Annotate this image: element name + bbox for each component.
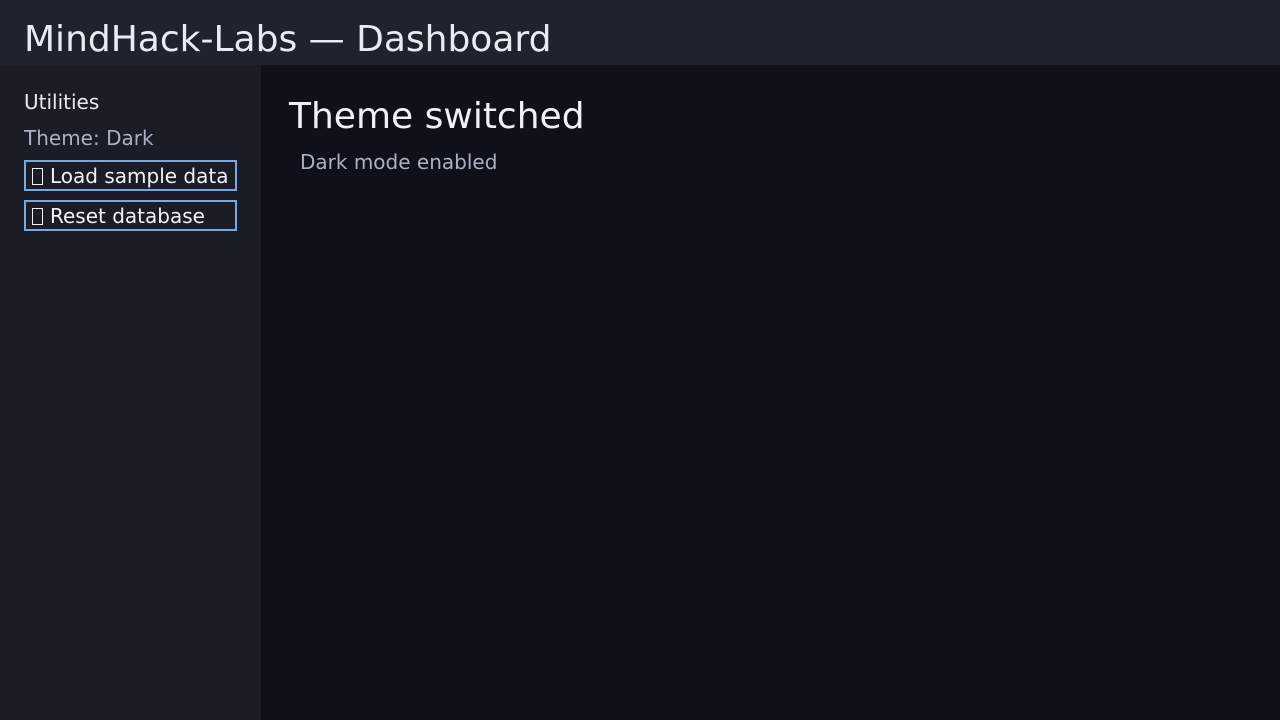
main-content: Theme switched Dark mode enabled: [261, 65, 1280, 720]
theme-status: Theme: Dark: [24, 126, 154, 150]
sidebar: Utilities Theme: Dark Load sample data R…: [0, 65, 261, 720]
sidebar-heading: Utilities: [24, 90, 100, 114]
load-sample-data-button[interactable]: Load sample data: [24, 160, 237, 191]
missing-glyph-icon: [32, 207, 43, 225]
reset-database-button[interactable]: Reset database: [24, 200, 237, 231]
top-bar: MindHack-Labs — Dashboard: [0, 0, 1280, 65]
load-sample-data-label: Load sample data: [50, 163, 229, 188]
notification-message: Dark mode enabled: [300, 150, 498, 174]
reset-database-label: Reset database: [50, 203, 205, 228]
notification-title: Theme switched: [289, 96, 585, 137]
missing-glyph-icon: [32, 167, 43, 185]
app-title: MindHack-Labs — Dashboard: [24, 19, 552, 60]
